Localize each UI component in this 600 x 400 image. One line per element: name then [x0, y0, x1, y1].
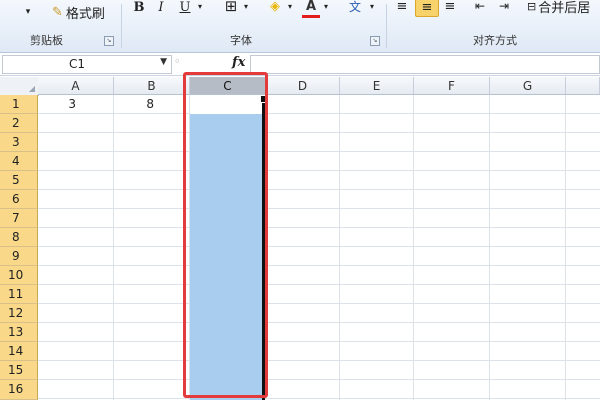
- clipboard-launcher-icon[interactable]: ↘: [104, 36, 114, 46]
- name-box[interactable]: C1 ▼: [2, 55, 172, 74]
- grid-line: [38, 284, 600, 285]
- format-painter-button[interactable]: ✎ 格式刷: [52, 3, 105, 22]
- underline-button[interactable]: U: [176, 0, 194, 16]
- grid-line: [38, 189, 600, 190]
- grid-line: [38, 132, 600, 133]
- grid-line: [38, 265, 600, 266]
- column-header-b[interactable]: B: [114, 77, 190, 95]
- phonetic-guide-button[interactable]: 文: [344, 0, 366, 16]
- grid-line: [38, 151, 600, 152]
- row-header-4[interactable]: 4: [0, 152, 38, 171]
- select-all-corner[interactable]: ◢: [0, 77, 39, 96]
- grid-line: [113, 95, 114, 400]
- highlight-box: [183, 72, 268, 398]
- grid-line: [38, 303, 600, 304]
- row-header-5[interactable]: 5: [0, 171, 38, 190]
- fill-color-icon[interactable]: ◈: [266, 0, 284, 15]
- grid-line: [38, 170, 600, 171]
- grid-line: [38, 227, 600, 228]
- font-launcher-icon[interactable]: ↘: [370, 36, 380, 46]
- formula-buttons: ◦ fx: [172, 55, 252, 72]
- clipboard-group-label: 剪贴板: [30, 34, 63, 47]
- ribbon: ▾ ✎ 格式刷 剪贴板 ↘ B I U ▾ ⊞ ▾ ◈ ▾ A ▾ 文 ▾ 字体…: [0, 0, 600, 53]
- row-header-13[interactable]: 13: [0, 323, 38, 342]
- font-color-button[interactable]: A: [302, 0, 320, 18]
- formula-input[interactable]: [250, 55, 600, 74]
- column-header-g[interactable]: G: [490, 77, 566, 95]
- paste-dropdown-icon[interactable]: ▾: [22, 6, 34, 18]
- name-box-dropdown-icon[interactable]: ▼: [160, 57, 167, 67]
- row-header-9[interactable]: 9: [0, 247, 38, 266]
- align-right-icon[interactable]: ≡: [441, 0, 459, 15]
- grid-line: [38, 322, 600, 323]
- decrease-indent-icon[interactable]: ⇤: [471, 0, 489, 15]
- formula-bar: C1 ▼ ◦ fx: [0, 53, 600, 76]
- clipboard-group: ▾ ✎ 格式刷 剪贴板 ↘: [0, 0, 120, 52]
- increase-indent-icon[interactable]: ⇥: [495, 0, 513, 15]
- row-header-6[interactable]: 6: [0, 190, 38, 209]
- alignment-group: ≡ ≡ ≡ ⇤ ⇥ ⊟ 合并后居 对齐方式: [387, 0, 600, 52]
- paintbrush-icon: ✎: [52, 4, 63, 20]
- format-painter-label: 格式刷: [65, 6, 105, 22]
- grid-line: [38, 398, 600, 399]
- underline-dropdown-icon[interactable]: ▾: [196, 0, 204, 12]
- row-header-1[interactable]: 1: [0, 95, 38, 114]
- font-group-label: 字体: [230, 34, 252, 47]
- grid-line: [38, 341, 600, 342]
- row-header-3[interactable]: 3: [0, 133, 38, 152]
- row-header-16[interactable]: 16: [0, 380, 38, 400]
- cell-b1[interactable]: 8: [114, 95, 154, 113]
- merge-center-button[interactable]: ⊟ 合并后居: [527, 0, 591, 16]
- grid-line: [339, 95, 340, 400]
- grid-line: [38, 379, 600, 380]
- column-header-a[interactable]: A: [38, 77, 114, 95]
- row-header-2[interactable]: 2: [0, 114, 38, 133]
- name-box-value: C1: [69, 57, 86, 71]
- italic-button[interactable]: I: [152, 0, 170, 16]
- alignment-group-label: 对齐方式: [473, 34, 517, 47]
- borders-dropdown-icon[interactable]: ▾: [242, 0, 250, 12]
- merge-icon: ⊟: [527, 0, 537, 13]
- merge-center-label: 合并后居: [538, 0, 591, 16]
- align-left-icon[interactable]: ≡: [393, 0, 411, 15]
- grid-line: [38, 113, 600, 114]
- fill-color-dropdown-icon[interactable]: ▾: [286, 0, 294, 12]
- column-header-e[interactable]: E: [340, 77, 414, 95]
- column-header-f[interactable]: F: [414, 77, 490, 95]
- font-color-dropdown-icon[interactable]: ▾: [322, 0, 330, 12]
- grid-line: [38, 246, 600, 247]
- worksheet-grid[interactable]: ◢ A B C D E F G 1 2 3 4 5 6 7 8 9 10 11 …: [0, 77, 600, 400]
- grid-line: [38, 360, 600, 361]
- formula-bar-handle-icon[interactable]: ◦: [174, 55, 181, 68]
- borders-icon[interactable]: ⊞: [222, 0, 240, 15]
- row-header-12[interactable]: 12: [0, 304, 38, 323]
- cell-a1[interactable]: 3: [38, 95, 76, 113]
- row-header-10[interactable]: 10: [0, 266, 38, 285]
- align-center-icon[interactable]: ≡: [415, 0, 439, 17]
- phonetic-icon: 文: [348, 0, 361, 14]
- row-header-7[interactable]: 7: [0, 209, 38, 228]
- row-header-15[interactable]: 15: [0, 361, 38, 380]
- font-group: B I U ▾ ⊞ ▾ ◈ ▾ A ▾ 文 ▾ 字体 ↘: [122, 0, 384, 52]
- grid-line: [413, 95, 414, 400]
- grid-line: [489, 95, 490, 400]
- insert-function-button[interactable]: fx: [232, 55, 245, 70]
- select-all-icon: ◢: [28, 84, 35, 93]
- phonetic-dropdown-icon[interactable]: ▾: [368, 0, 376, 12]
- column-header-blank[interactable]: [566, 77, 600, 95]
- row-header-14[interactable]: 14: [0, 342, 38, 361]
- bold-button[interactable]: B: [130, 0, 148, 16]
- grid-line: [38, 208, 600, 209]
- row-header-8[interactable]: 8: [0, 228, 38, 247]
- grid-line: [565, 95, 566, 400]
- column-header-d[interactable]: D: [266, 77, 340, 95]
- row-header-11[interactable]: 11: [0, 285, 38, 304]
